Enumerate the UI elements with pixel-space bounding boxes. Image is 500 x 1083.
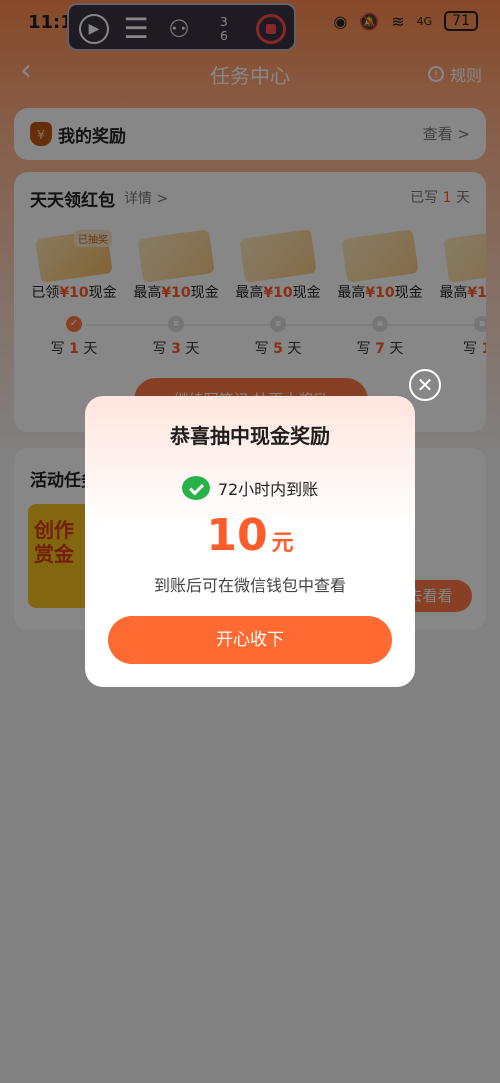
modal-note: 到账后可在微信钱包中查看 bbox=[153, 576, 346, 595]
amount-unit: 元 bbox=[271, 531, 294, 556]
arrival-row: 72小时内到账 bbox=[85, 476, 415, 500]
reward-modal: 恭喜抽中现金奖励 72小时内到账 10 元 到账后可在微信钱包中查看 开心收下 bbox=[85, 396, 415, 687]
close-icon[interactable]: ✕ bbox=[409, 369, 441, 401]
arrival-text: 72小时内到账 bbox=[217, 480, 319, 499]
accept-button[interactable]: 开心收下 bbox=[108, 616, 392, 664]
reward-amount: 10 元 bbox=[85, 510, 415, 561]
amount-value: 10 bbox=[206, 510, 268, 561]
wechat-pay-icon bbox=[181, 476, 210, 500]
modal-title: 恭喜抽中现金奖励 bbox=[170, 424, 330, 448]
